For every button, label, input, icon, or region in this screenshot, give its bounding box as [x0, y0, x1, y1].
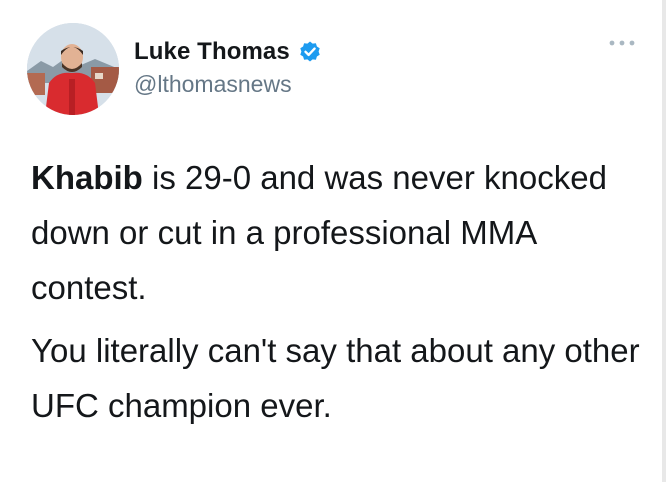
tweet-card: Luke Thomas @lthomasnews Khabib is 29-0 … [0, 0, 666, 482]
avatar-photo [27, 23, 119, 115]
tweet-paragraph-1: Khabib is 29-0 and was never knocked dow… [31, 150, 641, 315]
tweet-bold-name: Khabib [31, 159, 143, 196]
author-name-row: Luke Thomas [134, 38, 322, 66]
verified-badge-icon [298, 40, 322, 64]
author-display-name[interactable]: Luke Thomas [134, 38, 290, 66]
tweet-paragraph-2: You literally can't say that about any o… [31, 332, 640, 424]
tweet-text: Khabib is 29-0 and was never knocked dow… [31, 150, 641, 433]
author-handle[interactable]: @lthomasnews [134, 71, 292, 98]
right-edge-divider [662, 0, 666, 482]
more-options-icon[interactable] [607, 36, 637, 50]
avatar[interactable] [27, 23, 119, 115]
